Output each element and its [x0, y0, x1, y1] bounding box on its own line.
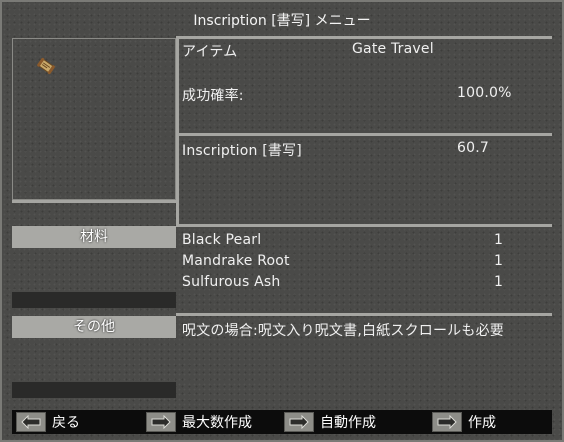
- arrow-right-icon: [146, 412, 176, 432]
- arrow-right-icon: [432, 412, 462, 432]
- divider: [176, 36, 552, 39]
- materials-header: 材料: [12, 226, 176, 248]
- material-qty: 1: [494, 253, 504, 269]
- back-button-label: 戻る: [52, 415, 80, 431]
- make-max-button[interactable]: 最大数作成: [144, 410, 252, 434]
- other-header: その他: [12, 316, 176, 338]
- materials-strip: [12, 292, 176, 308]
- material-name: Black Pearl: [182, 232, 262, 248]
- other-strip: [12, 382, 176, 398]
- divider: [176, 224, 552, 227]
- scroll-icon: [37, 57, 55, 75]
- material-name: Mandrake Root: [182, 253, 290, 269]
- make-max-button-label: 最大数作成: [182, 415, 252, 431]
- skill-value: 60.7: [457, 140, 489, 156]
- auto-make-button[interactable]: 自動作成: [282, 410, 376, 434]
- item-name: Gate Travel: [352, 41, 434, 57]
- skill-label: Inscription [書写]: [182, 143, 302, 159]
- button-bar: 戻る 最大数作成 自動作成 作成: [12, 410, 552, 434]
- window-title: Inscription [書写] メニュー: [193, 13, 371, 29]
- make-button-label: 作成: [468, 415, 496, 431]
- divider: [176, 133, 552, 136]
- item-label: アイテム: [182, 44, 238, 60]
- success-rate-label: 成功確率:: [182, 88, 244, 104]
- auto-make-button-label: 自動作成: [320, 415, 376, 431]
- divider: [176, 133, 179, 225]
- material-qty: 1: [494, 274, 504, 290]
- arrow-left-icon: [16, 412, 46, 432]
- divider: [176, 313, 552, 316]
- material-name: Sulfurous Ash: [182, 274, 281, 290]
- divider: [176, 36, 179, 136]
- back-button[interactable]: 戻る: [14, 410, 80, 434]
- success-rate-value: 100.0%: [457, 85, 512, 101]
- material-qty: 1: [494, 232, 504, 248]
- other-note: 呪文の場合:呪文入り呪文書,白紙スクロールも必要: [182, 323, 504, 339]
- make-button[interactable]: 作成: [430, 410, 496, 434]
- arrow-right-icon: [284, 412, 314, 432]
- divider: [12, 200, 176, 203]
